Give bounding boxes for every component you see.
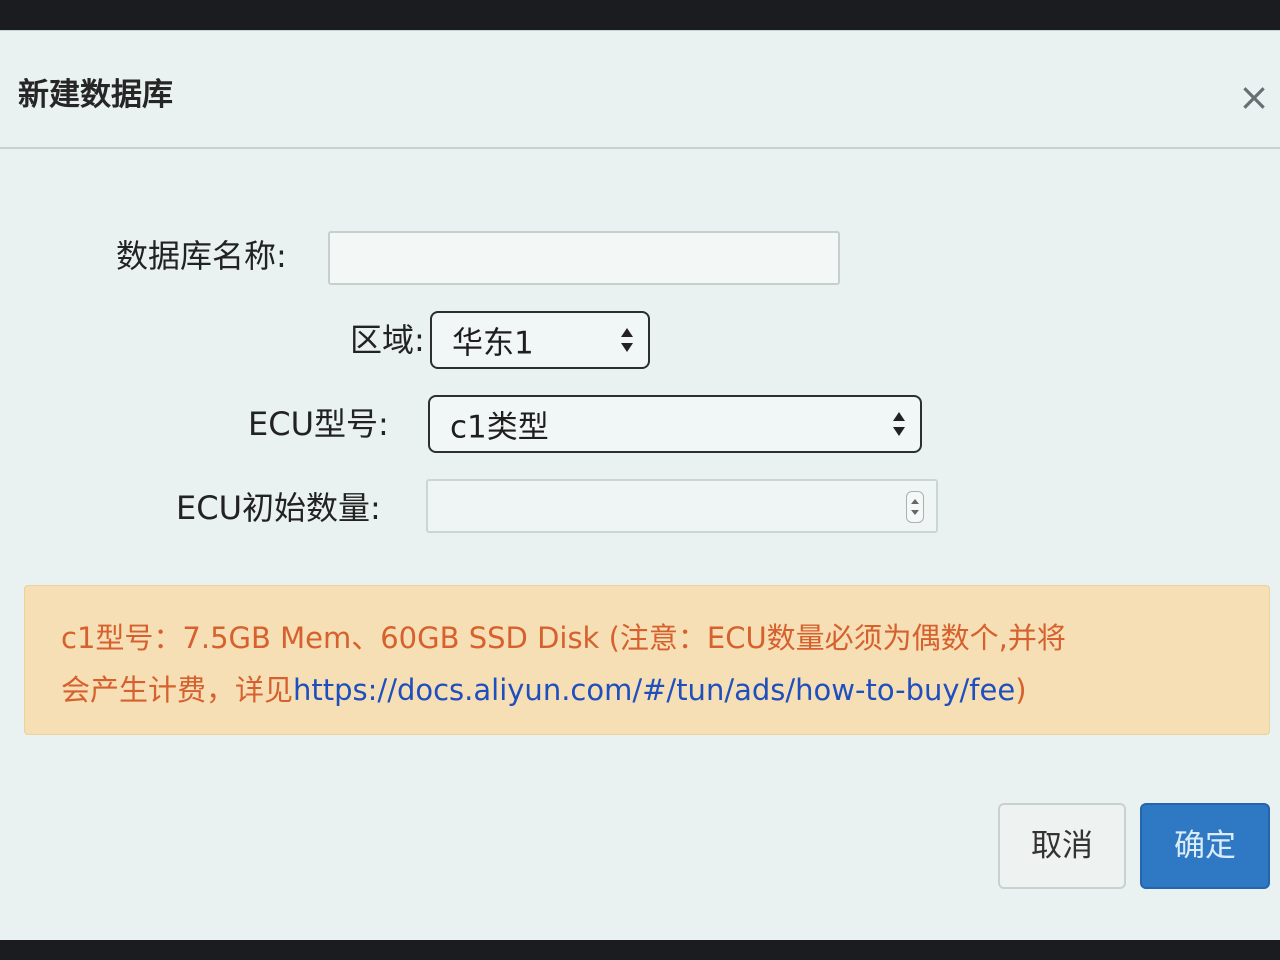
dialog-header: 新建数据库 × (0, 31, 1280, 149)
db-name-input[interactable] (328, 231, 840, 285)
ecu-type-select[interactable]: c1类型 (428, 395, 922, 453)
ecu-type-label: ECU型号: (248, 405, 389, 443)
region-selected-value: 华东1 (452, 325, 534, 362)
region-label: 区域: (350, 321, 425, 359)
region-select[interactable]: 华东1 (430, 311, 650, 369)
dialog-title: 新建数据库 (18, 77, 173, 113)
ecu-type-selected-value: c1类型 (450, 409, 549, 446)
select-arrows-icon (893, 412, 905, 436)
pricing-doc-link[interactable]: https://docs.aliyun.com/#/tun/ads/how-to… (293, 673, 1015, 707)
number-spinner[interactable] (906, 491, 924, 523)
select-arrows-icon (621, 328, 633, 352)
notice-line-2: 会产生计费，详见https://docs.aliyun.com/#/tun/ad… (61, 664, 1233, 716)
notice-line-1: c1型号：7.5GB Mem、60GB SSD Disk (注意：ECU数量必须… (61, 621, 1066, 655)
close-icon[interactable]: × (1236, 78, 1272, 116)
new-database-dialog: 新建数据库 × 数据库名称: 区域: 华东1 ECU型号: c1类型 ECU初始… (0, 30, 1280, 940)
notice-close-paren: ) (1015, 673, 1027, 707)
cancel-button[interactable]: 取消 (998, 803, 1126, 889)
notice-text: 会产生计费，详见 (61, 673, 294, 707)
ecu-count-input[interactable] (426, 479, 938, 533)
billing-notice: c1型号：7.5GB Mem、60GB SSD Disk (注意：ECU数量必须… (24, 585, 1270, 735)
spinner-arrows-icon (911, 499, 919, 515)
confirm-button[interactable]: 确定 (1140, 803, 1270, 889)
ecu-count-label: ECU初始数量: (176, 489, 381, 527)
db-name-label: 数据库名称: (116, 237, 287, 275)
